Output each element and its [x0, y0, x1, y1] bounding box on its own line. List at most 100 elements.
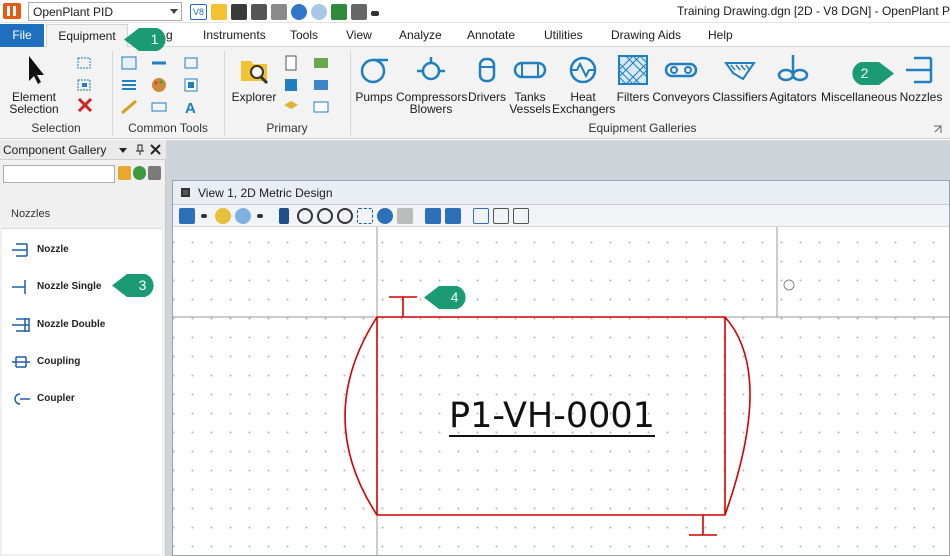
callout-number: 1: [150, 31, 159, 47]
save-icon[interactable]: [231, 3, 247, 20]
attach-tools-icon[interactable]: [312, 99, 330, 115]
list-item-label: Nozzle: [37, 244, 69, 255]
select-all-icon[interactable]: [76, 55, 94, 71]
drawing-canvas[interactable]: P1-VH-0001: [173, 227, 949, 555]
settings-icon[interactable]: [148, 166, 161, 180]
view-attributes-icon[interactable]: [179, 208, 195, 224]
element-info-icon[interactable]: [120, 55, 138, 71]
save-all-icon[interactable]: [251, 3, 267, 20]
tab-drawing-aids[interactable]: Drawing Aids: [611, 24, 681, 47]
app-logo-icon[interactable]: [3, 3, 21, 19]
display-style-icon[interactable]: [215, 208, 231, 224]
view-previous-icon[interactable]: [425, 208, 441, 224]
nozzle-bottom[interactable]: [689, 515, 717, 536]
panel-title: Component Gallery: [3, 143, 107, 157]
element-selection-button[interactable]: Element Selection: [4, 53, 64, 115]
workset-dropdown[interactable]: OpenPlant PID: [28, 2, 182, 21]
fence-select-icon[interactable]: [76, 77, 94, 93]
dialog-launcher-icon[interactable]: [933, 125, 942, 134]
conveyors-button[interactable]: Conveyors: [652, 53, 710, 103]
group-label-primary: Primary: [266, 121, 308, 135]
nozzle-icon: [906, 56, 933, 84]
list-item-label: Coupler: [37, 393, 75, 404]
view-next-icon[interactable]: [445, 208, 461, 224]
agitators-button[interactable]: Agitators: [768, 53, 818, 103]
classifiers-button[interactable]: Classifiers: [711, 53, 769, 103]
chevron-down-icon[interactable]: [257, 214, 263, 218]
cursor-circle-icon: [783, 279, 795, 291]
list-item-nozzle-double[interactable]: Nozzle Double: [10, 315, 150, 335]
undo-icon[interactable]: [291, 3, 307, 20]
tab-file[interactable]: File: [0, 24, 44, 47]
nozzles-button[interactable]: Nozzles: [898, 53, 944, 103]
raster-icon[interactable]: [312, 77, 330, 93]
gallery-search-input[interactable]: [3, 165, 115, 183]
v8-icon[interactable]: V8: [190, 3, 207, 20]
models-icon[interactable]: [282, 77, 300, 93]
refresh-icon[interactable]: [133, 166, 146, 180]
zoom-in-icon[interactable]: [297, 208, 313, 224]
panel-menu-icon[interactable]: [119, 148, 127, 153]
pumps-label: Pumps: [355, 90, 393, 104]
coupling-symbol-icon: [12, 356, 30, 368]
tab-tools[interactable]: Tools: [290, 24, 318, 47]
match-icon[interactable]: [182, 55, 200, 71]
color-palette-icon[interactable]: [150, 77, 168, 93]
clip-volume-icon[interactable]: [493, 208, 509, 224]
list-item-nozzle[interactable]: Nozzle: [10, 240, 150, 260]
list-item-coupler[interactable]: Coupler: [10, 389, 150, 409]
pan-view-icon[interactable]: [397, 208, 413, 224]
references-icon[interactable]: [312, 55, 330, 71]
pumps-button[interactable]: Pumps: [354, 53, 394, 103]
layers-icon[interactable]: [282, 99, 300, 115]
customize-qat-icon[interactable]: [371, 11, 379, 16]
close-icon[interactable]: [150, 144, 161, 155]
vessel-tag-label[interactable]: P1-VH-0001: [449, 397, 655, 437]
settings-icon[interactable]: [271, 3, 287, 20]
chevron-down-icon: [170, 9, 178, 14]
redo-icon[interactable]: [311, 3, 327, 20]
tab-instruments[interactable]: Instruments: [203, 24, 266, 47]
pin-icon[interactable]: [331, 3, 347, 20]
tab-utilities[interactable]: Utilities: [544, 24, 583, 47]
list-item-coupling[interactable]: Coupling: [10, 352, 150, 372]
open-folder-icon[interactable]: [211, 3, 227, 20]
heat-exchangers-button[interactable]: Heat Exchangers: [552, 53, 615, 115]
drivers-button[interactable]: Drivers: [467, 53, 507, 103]
chevron-down-icon[interactable]: [201, 214, 207, 218]
print-icon[interactable]: [351, 3, 367, 20]
tab-analyze[interactable]: Analyze: [399, 24, 442, 47]
line-style-icon[interactable]: [150, 55, 168, 71]
lighting-icon[interactable]: [235, 208, 251, 224]
rotate-view-icon[interactable]: [377, 208, 393, 224]
pin-icon[interactable]: [135, 144, 145, 156]
window-area-icon[interactable]: [337, 208, 353, 224]
zoom-out-icon[interactable]: [317, 208, 333, 224]
line-weight-icon[interactable]: [120, 99, 138, 115]
explorer-button[interactable]: Explorer: [230, 53, 278, 103]
document-icon[interactable]: [282, 55, 300, 71]
callout-badge: 1: [124, 26, 170, 53]
compressors-blowers-button[interactable]: Compressors Blowers: [396, 53, 467, 115]
tab-view[interactable]: View: [346, 24, 372, 47]
nozzle-top[interactable]: [389, 296, 417, 317]
rectangle-icon[interactable]: [150, 99, 168, 115]
tanks-vessels-button[interactable]: Tanks Vessels: [509, 53, 551, 115]
fit-view-icon[interactable]: [357, 208, 373, 224]
tab-annotate[interactable]: Annotate: [467, 24, 515, 47]
properties-icon[interactable]: [182, 77, 200, 93]
callout-badge: 3: [112, 272, 158, 299]
drivers-label: Drivers: [468, 90, 506, 104]
tab-equipment[interactable]: Equipment: [46, 24, 128, 47]
list-item-label: Nozzle Single: [37, 281, 102, 292]
text-icon[interactable]: A: [182, 99, 200, 115]
level-icon[interactable]: [120, 77, 138, 93]
group-label-equipment-galleries: Equipment Galleries: [588, 121, 697, 135]
update-view-icon[interactable]: [279, 208, 289, 224]
clip-mask-icon[interactable]: [513, 208, 529, 224]
filter-icon[interactable]: [118, 166, 131, 180]
tab-help[interactable]: Help: [708, 24, 733, 47]
copy-view-icon[interactable]: [473, 208, 489, 224]
filters-button[interactable]: Filters: [614, 53, 652, 103]
delete-icon[interactable]: [76, 97, 94, 113]
